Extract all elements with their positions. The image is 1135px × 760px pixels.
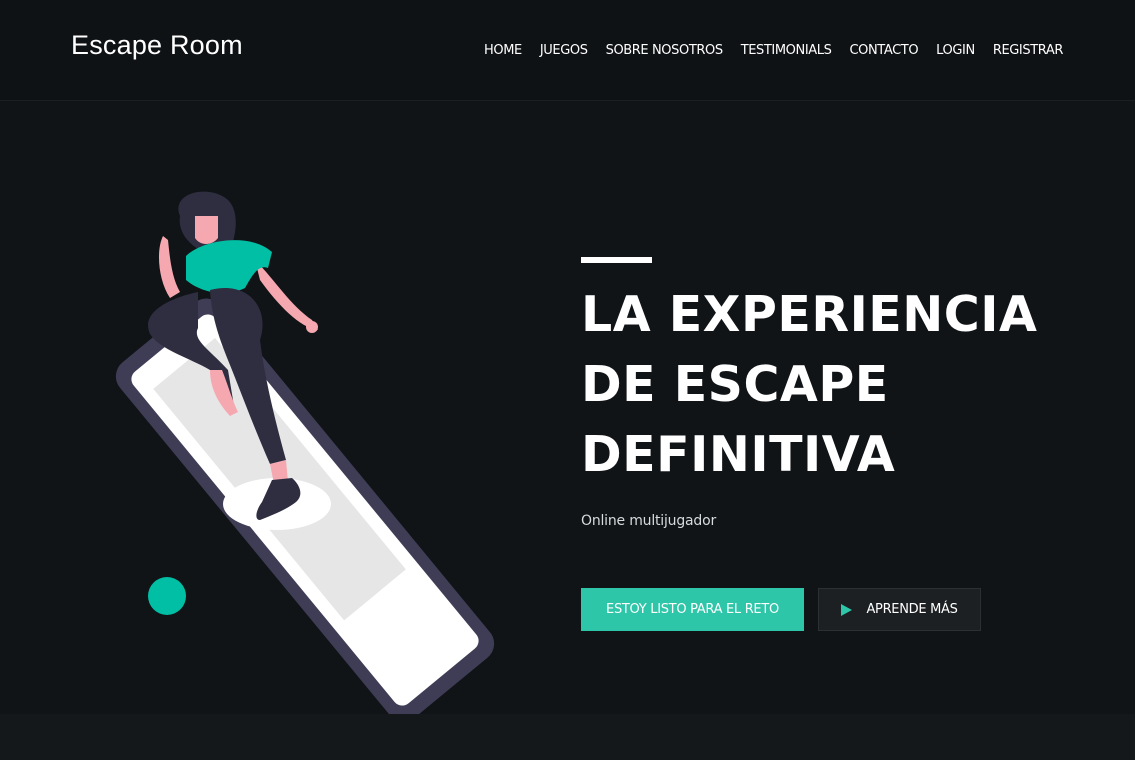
hero-title: LA EXPERIENCIA DE ESCAPE DEFINITIVA — [581, 280, 1101, 490]
learn-more-button-label: APRENDE MÁS — [866, 602, 958, 617]
hero-title-line-1: LA EXPERIENCIA — [581, 286, 1038, 343]
play-icon — [841, 603, 853, 616]
next-section-strip — [0, 714, 1135, 760]
nav-item-juegos: JUEGOS — [540, 41, 588, 59]
nav-item-registrar: REGISTRAR — [993, 41, 1064, 59]
main-nav: HOME JUEGOS SOBRE NOSOTROS TESTIMONIALS … — [484, 41, 1063, 59]
brand-logo[interactable]: Escape Room — [71, 30, 243, 61]
nav-link-registrar[interactable]: REGISTRAR — [993, 43, 1064, 58]
hero-title-line-2: DE ESCAPE — [581, 356, 889, 413]
ready-challenge-button[interactable]: ESTOY LISTO PARA EL RETO — [581, 588, 804, 631]
hero-subtitle: Online multijugador — [581, 513, 717, 529]
navbar: Escape Room HOME JUEGOS SOBRE NOSOTROS T… — [0, 0, 1135, 101]
nav-link-home[interactable]: HOME — [484, 43, 522, 58]
nav-link-login[interactable]: LOGIN — [936, 43, 975, 58]
nav-item-contacto: CONTACTO — [849, 41, 918, 59]
hero-illustration — [115, 191, 495, 720]
nav-item-home: HOME — [484, 41, 522, 59]
phone-graphic — [115, 298, 495, 720]
hero-title-line-3: DEFINITIVA — [581, 426, 896, 483]
nav-link-sobre-nosotros[interactable]: SOBRE NOSOTROS — [606, 43, 723, 58]
nav-item-testimonials: TESTIMONIALS — [741, 41, 832, 59]
nav-link-testimonials[interactable]: TESTIMONIALS — [741, 43, 832, 58]
nav-item-login: LOGIN — [936, 41, 975, 59]
nav-link-contacto[interactable]: CONTACTO — [849, 43, 918, 58]
accent-line — [581, 257, 652, 263]
nav-item-sobre-nosotros: SOBRE NOSOTROS — [606, 41, 723, 59]
learn-more-button[interactable]: APRENDE MÁS — [818, 588, 981, 631]
nav-link-juegos[interactable]: JUEGOS — [540, 43, 588, 58]
ready-challenge-button-label: ESTOY LISTO PARA EL RETO — [606, 602, 779, 617]
